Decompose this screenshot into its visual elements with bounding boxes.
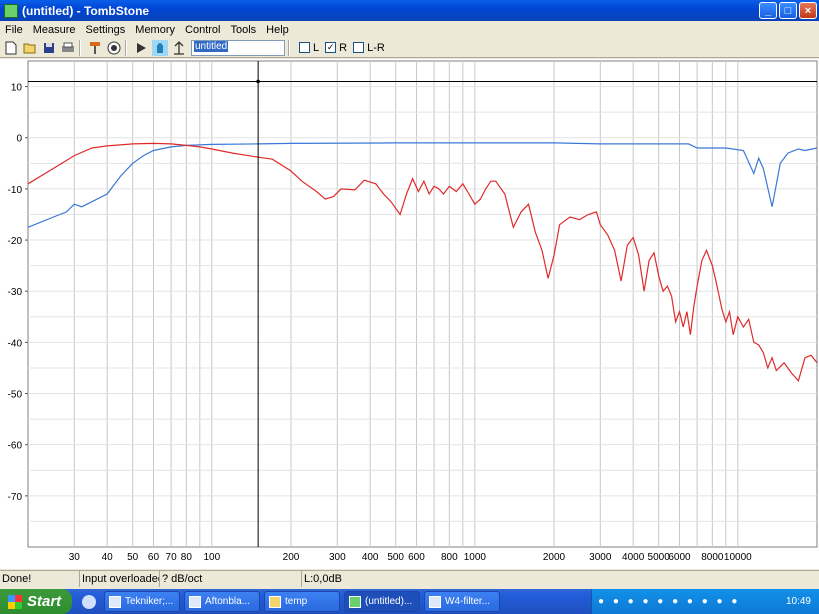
menu-tools[interactable]: Tools [225, 24, 261, 36]
x-tick-label: 8000 [701, 552, 724, 563]
status-smoothing: ? dB/oct [160, 571, 302, 587]
taskbar-item-tombstone[interactable]: (untitled)... [344, 591, 420, 612]
y-tick-label: 10 [11, 83, 23, 94]
speaker-icon[interactable] [152, 39, 168, 56]
toolbar-separator [79, 39, 81, 56]
checkbox-left[interactable]: L [299, 42, 319, 54]
x-tick-label: 60 [148, 552, 160, 563]
toolbar: untitled L ✓ R L-R [0, 38, 819, 58]
open-folder-icon[interactable] [22, 40, 38, 56]
quick-launch-icon[interactable] [82, 594, 96, 609]
toolbar-separator [125, 39, 127, 56]
menu-control[interactable]: Control [180, 24, 225, 36]
browser-icon [189, 595, 201, 608]
y-tick-label: -30 [8, 287, 23, 298]
document-icon [109, 595, 121, 608]
pin-tool-icon[interactable] [87, 40, 103, 56]
folder-icon [269, 595, 281, 608]
plot-frame [27, 60, 818, 548]
x-tick-label: 600 [408, 552, 425, 563]
status-message: Done! [0, 571, 80, 587]
app-icon [349, 595, 361, 608]
x-tick-label: 5000 [648, 552, 671, 563]
clock: 10:49 [785, 596, 811, 607]
taskbar-item-w4-filter[interactable]: W4-filter... [424, 591, 500, 612]
checkbox-left-box[interactable] [299, 42, 310, 53]
x-tick-label: 80 [181, 552, 193, 563]
x-tick-label: 800 [441, 552, 458, 563]
target-icon[interactable] [106, 40, 122, 56]
menu-help[interactable]: Help [261, 24, 294, 36]
taskbar: Start Tekniker;... Aftonbla... temp (unt… [0, 589, 819, 614]
x-tick-label: 400 [362, 552, 379, 563]
play-icon[interactable] [133, 40, 149, 56]
save-disk-icon[interactable] [41, 40, 57, 56]
start-button[interactable]: Start [0, 589, 72, 614]
x-tick-label: 40 [102, 552, 114, 563]
windows-logo-icon [8, 594, 22, 609]
taskbar-item-tekniker[interactable]: Tekniker;... [104, 591, 180, 612]
checkbox-left-minus-right[interactable]: L-R [353, 42, 385, 54]
menu-memory[interactable]: Memory [130, 24, 180, 36]
x-tick-label: 70 [166, 552, 178, 563]
x-tick-label: 6000 [668, 552, 691, 563]
cursor-marker-icon[interactable] [171, 40, 187, 56]
y-tick-label: -20 [8, 236, 23, 247]
checkbox-right-box[interactable]: ✓ [325, 42, 337, 53]
quick-launch [82, 594, 100, 609]
menu-bar: File Measure Settings Memory Control Too… [0, 21, 819, 38]
new-file-icon[interactable] [3, 40, 19, 56]
y-tick-label: -50 [8, 390, 23, 401]
title-bar: (untitled) - TombStone _ □ × [0, 0, 819, 21]
taskbar-item-temp[interactable]: temp [264, 591, 340, 612]
y-tick-label: 0 [16, 134, 22, 145]
checkbox-right[interactable]: ✓ R [325, 42, 347, 54]
toolbar-separator [288, 39, 290, 56]
x-tick-label: 2000 [543, 552, 566, 563]
x-tick-label: 100 [203, 552, 220, 563]
status-bar: Done! Input overloaded! ? dB/oct L:0,0dB [0, 570, 819, 587]
frequency-response-plot[interactable]: 10 0 -10 -20 -30 -40 -50 -60 -70 30 40 50 60 70 80 100 2… [0, 59, 819, 569]
x-tick-label: 200 [283, 552, 300, 563]
y-tick-label: -70 [8, 492, 23, 503]
checkbox-lr-box[interactable] [353, 42, 365, 53]
y-tick-label: -40 [8, 338, 23, 349]
x-tick-label: 30 [69, 552, 81, 563]
cursor-point [256, 79, 260, 84]
status-warning: Input overloaded! [82, 571, 160, 587]
y-tick-label: -60 [8, 441, 23, 452]
close-button[interactable]: × [799, 2, 817, 19]
system-tray: ● ● ● ● ● ● ● ● ● ● 10:49 [591, 589, 819, 614]
x-tick-label: 10000 [724, 552, 752, 563]
frequency-response-chart[interactable]: 100-10-20-30-40-50-60-7030 40 50 60 70 80 100 2… [0, 59, 819, 569]
status-level: L:0,0dB [304, 573, 342, 585]
tray-icons[interactable]: ● ● ● ● ● ● ● ● ● ● [598, 596, 786, 607]
print-icon[interactable] [60, 40, 76, 56]
x-tick-label: 300 [329, 552, 346, 563]
x-tick-label: 4000 [622, 552, 645, 563]
minimize-button[interactable]: _ [759, 2, 777, 19]
menu-file[interactable]: File [0, 24, 28, 36]
maximize-button[interactable]: □ [779, 2, 797, 19]
x-tick-label: 50 [127, 552, 139, 563]
window-title: (untitled) - TombStone [22, 3, 150, 18]
menu-measure[interactable]: Measure [28, 24, 81, 36]
x-tick-label: 500 [387, 552, 404, 563]
app-icon [4, 3, 18, 18]
menu-settings[interactable]: Settings [81, 24, 131, 36]
document-icon [429, 595, 441, 608]
y-tick-label: -10 [8, 185, 23, 196]
x-tick-label: 3000 [589, 552, 612, 563]
x-tick-label: 1000 [464, 552, 487, 563]
taskbar-item-aftonbladet[interactable]: Aftonbla... [184, 591, 260, 612]
measurement-name-input[interactable]: untitled [191, 39, 285, 56]
